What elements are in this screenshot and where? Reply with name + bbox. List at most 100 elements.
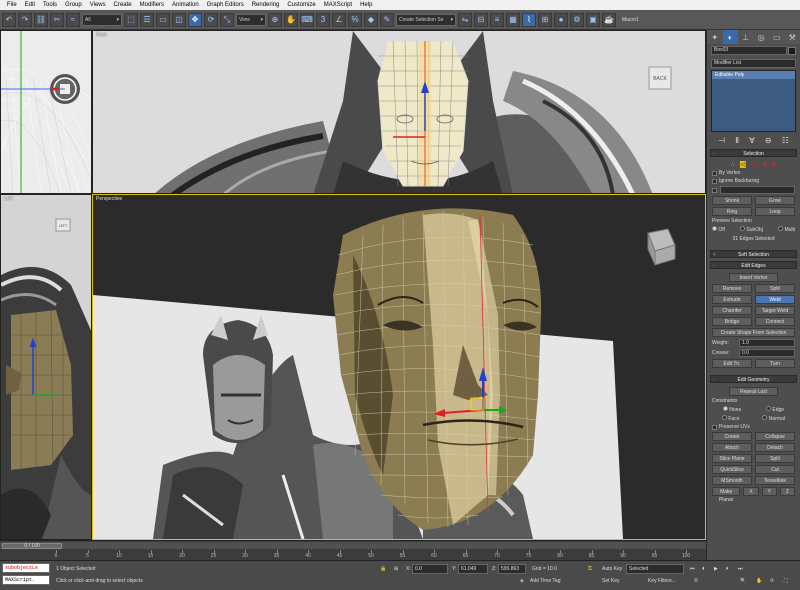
viewport-back[interactable]: BACK Back: [92, 30, 706, 194]
object-name-field[interactable]: Box03: [711, 46, 787, 55]
preview-subobj-radio[interactable]: SubObj: [739, 226, 763, 233]
time-config-icon[interactable]: ⏱: [694, 576, 698, 586]
key-filters-button[interactable]: Key Filters...: [648, 576, 676, 586]
render-production-icon[interactable]: ☕: [602, 12, 616, 27]
select-manipulate-icon[interactable]: ✋: [284, 12, 298, 27]
preserve-uvs-checkbox[interactable]: Preserve UVs: [712, 424, 795, 430]
curve-editor-icon[interactable]: ⌇: [522, 12, 536, 27]
menu-file[interactable]: File: [3, 0, 21, 10]
edit-tri-button[interactable]: Edit Tri.: [712, 359, 752, 368]
remove-button[interactable]: Remove: [712, 284, 752, 293]
viewport-left[interactable]: LEFT Left: [0, 194, 92, 540]
maximize-viewport-icon[interactable]: ⛶: [784, 576, 788, 586]
viewport-left-label[interactable]: Left: [4, 196, 12, 202]
quickslice-button[interactable]: QuickSlice: [712, 465, 752, 474]
create-button[interactable]: Create: [712, 432, 752, 441]
target-weld-button[interactable]: Target Weld: [755, 306, 795, 315]
crease-field[interactable]: 0.0: [739, 349, 795, 357]
edit-named-sel-icon[interactable]: ✎: [380, 12, 394, 27]
msmooth-button[interactable]: MSmooth: [712, 476, 752, 485]
menu-animation[interactable]: Animation: [168, 0, 203, 10]
viewport-perspective[interactable]: Perspective: [92, 194, 706, 540]
chamfer-button[interactable]: Chamfer: [712, 306, 752, 315]
tab-display-icon[interactable]: ▭: [769, 30, 785, 44]
shrink-button[interactable]: Shrink: [712, 196, 752, 205]
by-angle-checkbox[interactable]: [712, 187, 717, 193]
add-time-tag-button[interactable]: Add Time Tag: [530, 576, 560, 586]
menu-help[interactable]: Help: [356, 0, 376, 10]
soft-selection-rollout-header[interactable]: + Soft Selection: [710, 250, 797, 258]
redo-icon[interactable]: ↷: [18, 12, 32, 27]
orbit-icon[interactable]: ⟳: [770, 576, 774, 586]
menu-group[interactable]: Group: [61, 0, 86, 10]
select-by-name-icon[interactable]: ☰: [140, 12, 154, 27]
planar-y-button[interactable]: Y: [761, 487, 777, 496]
ref-coord-dropdown[interactable]: View ▾: [236, 13, 266, 26]
menu-customize[interactable]: Customize: [283, 0, 319, 10]
viewport-back-label[interactable]: Back: [96, 32, 107, 38]
weight-field[interactable]: 1.0: [739, 339, 795, 347]
constraint-normal-radio[interactable]: Normal: [762, 415, 785, 422]
play-icon[interactable]: ▶: [714, 564, 718, 574]
percent-snap-icon[interactable]: %: [348, 12, 362, 27]
maxscript-listener-line1[interactable]: subobjectLe: [2, 563, 50, 573]
render-setup-icon[interactable]: ⚙: [570, 12, 584, 27]
split-edges-button[interactable]: Split: [755, 284, 795, 293]
tab-motion-icon[interactable]: ◎: [754, 30, 770, 44]
rect-selection-icon[interactable]: ▭: [156, 12, 170, 27]
menu-create[interactable]: Create: [110, 0, 136, 10]
prev-frame-icon[interactable]: ⏴: [702, 564, 705, 574]
select-rotate-icon[interactable]: ⟳: [204, 12, 218, 27]
mirror-icon[interactable]: ⇋: [458, 12, 472, 27]
by-vertex-checkbox[interactable]: By Vertex: [712, 170, 795, 176]
detach-button[interactable]: Detach: [755, 443, 795, 452]
graphite-tools-icon[interactable]: ▦: [506, 12, 520, 27]
constraint-edge-radio[interactable]: Edge: [766, 406, 784, 413]
repeat-last-button[interactable]: Repeat Last: [728, 387, 779, 396]
weld-button[interactable]: Weld: [755, 295, 795, 304]
extrude-button[interactable]: Extrude: [712, 295, 752, 304]
object-color-swatch[interactable]: [788, 46, 796, 55]
attach-button[interactable]: Attach: [712, 443, 752, 452]
window-crossing-icon[interactable]: ◫: [172, 12, 186, 27]
polygon-mode-icon[interactable]: ■: [763, 162, 767, 168]
turn-button[interactable]: Turn: [755, 359, 795, 368]
named-selection-field[interactable]: Create Selection Se ▾: [396, 13, 456, 26]
edge-mode-icon[interactable]: ◁: [739, 161, 747, 168]
modifier-stack[interactable]: Editable Poly: [711, 70, 796, 132]
pin-stack-icon[interactable]: ⊣: [718, 136, 725, 145]
stack-item-editable-poly[interactable]: Editable Poly: [712, 71, 795, 79]
schematic-view-icon[interactable]: ⊞: [538, 12, 552, 27]
angle-field[interactable]: [720, 186, 795, 194]
ring-button[interactable]: Ring: [712, 207, 752, 216]
keyboard-shortcut-icon[interactable]: ⌨: [300, 12, 314, 27]
border-mode-icon[interactable]: ◯: [751, 161, 758, 168]
collapse-button[interactable]: Collapse: [755, 432, 795, 441]
goto-end-icon[interactable]: ⏭: [738, 564, 743, 574]
select-scale-icon[interactable]: ⤡: [220, 12, 234, 27]
track-bar[interactable]: 0 5 10 15 20 25 30 35 40 45 50 55 60 65 70 75 80 85 90 95 10…: [55, 550, 690, 560]
pan-icon[interactable]: ✋: [756, 576, 762, 586]
menu-rendering[interactable]: Rendering: [248, 0, 284, 10]
next-frame-icon[interactable]: ⏵: [726, 564, 729, 574]
tab-create-icon[interactable]: ✦: [707, 30, 723, 44]
make-unique-icon[interactable]: ∀: [749, 136, 754, 145]
constraint-none-radio[interactable]: None: [722, 406, 741, 413]
tessellate-button[interactable]: Tessellate: [755, 476, 795, 485]
menu-tools[interactable]: Tools: [39, 0, 61, 10]
material-editor-icon[interactable]: ●: [554, 12, 568, 27]
set-key-button[interactable]: Set Key: [602, 576, 620, 586]
time-tag-icon[interactable]: ◈: [520, 576, 524, 586]
edit-geometry-rollout-header[interactable]: - Edit Geometry: [710, 375, 797, 383]
modifier-list-dropdown[interactable]: Modifier List: [711, 59, 796, 68]
viewport-top-left[interactable]: [0, 30, 92, 194]
angle-snap-icon[interactable]: ∠: [332, 12, 346, 27]
planar-x-button[interactable]: X: [743, 487, 759, 496]
slice-plane-button[interactable]: Slice Plane: [712, 454, 752, 463]
planar-z-button[interactable]: Z: [779, 487, 796, 496]
pivot-center-icon[interactable]: ⊕: [268, 12, 282, 27]
align-icon[interactable]: ⊟: [474, 12, 488, 27]
zoom-icon[interactable]: 🔍: [740, 576, 746, 586]
auto-key-button[interactable]: Auto Key: [602, 564, 622, 574]
create-shape-button[interactable]: Create Shape From Selection: [712, 328, 795, 337]
